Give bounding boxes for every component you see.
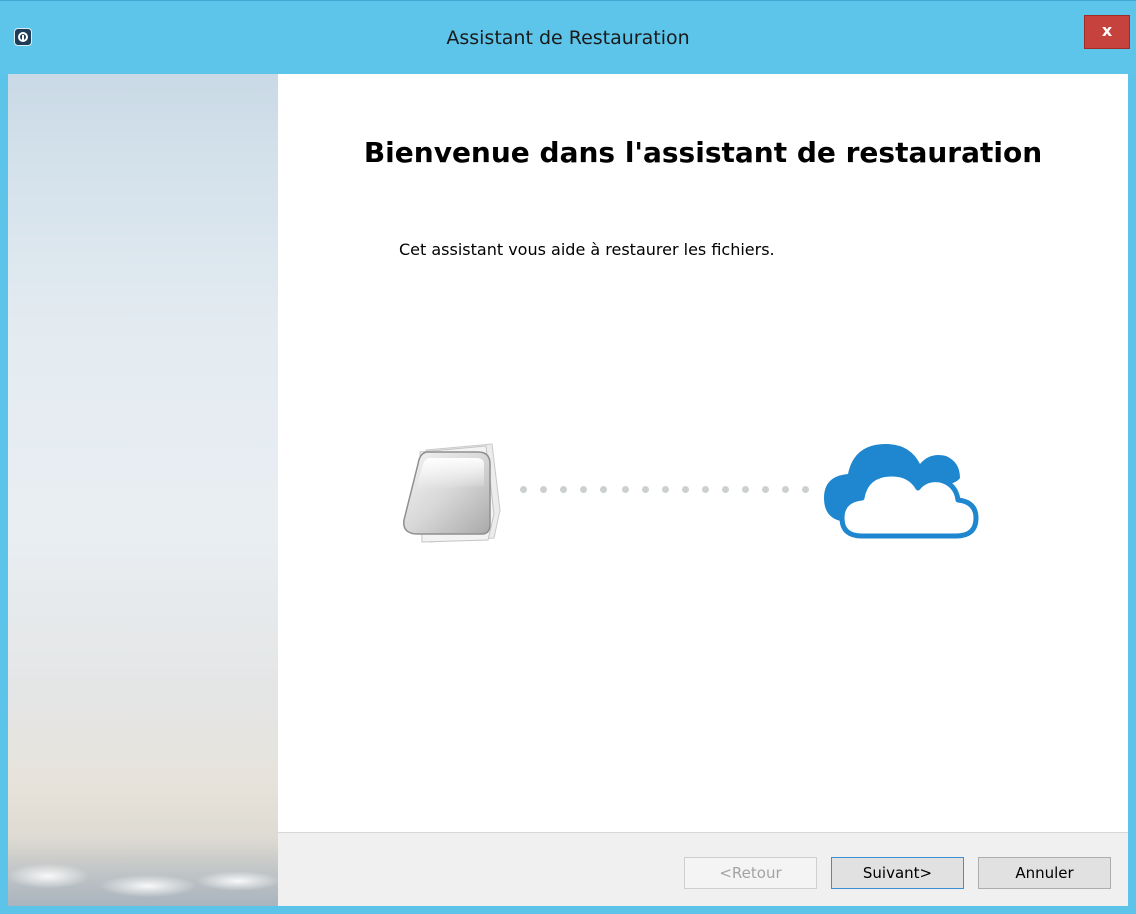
connection-dot (600, 486, 607, 493)
connection-dot (622, 486, 629, 493)
connection-dot (682, 486, 689, 493)
connection-dot (520, 486, 527, 493)
side-panel-clouds (8, 836, 278, 906)
connection-dot (560, 486, 567, 493)
sky-side-panel (8, 74, 278, 906)
restore-wizard-window: Assistant de Restauration x Bienvenue da… (0, 0, 1136, 914)
connection-dot (782, 486, 789, 493)
connection-dot (540, 486, 547, 493)
cancel-button[interactable]: Annuler (978, 857, 1111, 889)
connection-dot (722, 486, 729, 493)
close-icon: x (1101, 21, 1113, 40)
wizard-client-area: Bienvenue dans l'assistant de restaurati… (8, 74, 1128, 906)
cloud-icon (824, 444, 979, 539)
connection-dot (742, 486, 749, 493)
documents-icon (403, 443, 501, 543)
connection-dot (642, 486, 649, 493)
window-title: Assistant de Restauration (446, 27, 690, 49)
page-heading: Bienvenue dans l'assistant de restaurati… (363, 136, 1043, 169)
welcome-page: Bienvenue dans l'assistant de restaurati… (278, 74, 1128, 832)
connection-dot (580, 486, 587, 493)
page-description: Cet assistant vous aide à restaurer les … (399, 240, 775, 259)
connection-dots (520, 486, 820, 494)
restore-illustration (390, 434, 990, 544)
close-button[interactable]: x (1084, 15, 1130, 49)
back-button[interactable]: <Retour (684, 857, 817, 889)
next-button[interactable]: Suivant> (831, 857, 964, 889)
connection-dot (702, 486, 709, 493)
wizard-button-bar: <Retour Suivant> Annuler (278, 832, 1128, 906)
connection-dot (762, 486, 769, 493)
title-bar[interactable]: Assistant de Restauration x (0, 0, 1136, 74)
connection-dot (662, 486, 669, 493)
connection-dot (802, 486, 809, 493)
